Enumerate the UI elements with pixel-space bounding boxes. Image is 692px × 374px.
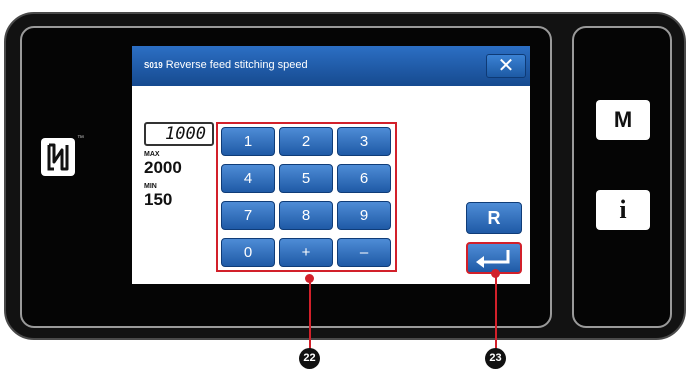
callout-keypad-marker: 22 bbox=[299, 348, 320, 369]
nfc-n-mark-icon bbox=[41, 138, 75, 176]
key-3[interactable]: 3 bbox=[337, 127, 391, 156]
value-display: 1000 bbox=[144, 122, 214, 146]
key-0[interactable]: 0 bbox=[221, 238, 275, 267]
key-5[interactable]: 5 bbox=[279, 164, 333, 193]
numeric-keypad: 1 2 3 4 5 6 7 8 9 0 + – bbox=[216, 122, 397, 272]
dialog-title: S019 Reverse feed stitching speed bbox=[144, 59, 308, 71]
key-8[interactable]: 8 bbox=[279, 201, 333, 230]
key-1[interactable]: 1 bbox=[221, 127, 275, 156]
info-button[interactable]: i bbox=[596, 190, 650, 230]
enter-return-icon bbox=[476, 250, 510, 268]
side-panel bbox=[572, 26, 672, 328]
callout-enter-marker: 23 bbox=[485, 348, 506, 369]
dialog-titlebar: S019 Reverse feed stitching speed ✕ bbox=[132, 46, 530, 86]
close-button[interactable]: ✕ bbox=[486, 54, 526, 78]
key-7[interactable]: 7 bbox=[221, 201, 275, 230]
key-plus[interactable]: + bbox=[279, 238, 333, 267]
max-label: MAX bbox=[144, 151, 160, 158]
input-dialog: S019 Reverse feed stitching speed ✕ 1000… bbox=[132, 46, 530, 284]
key-9[interactable]: 9 bbox=[337, 201, 391, 230]
key-6[interactable]: 6 bbox=[337, 164, 391, 193]
key-minus[interactable]: – bbox=[337, 238, 391, 267]
key-4[interactable]: 4 bbox=[221, 164, 275, 193]
key-2[interactable]: 2 bbox=[279, 127, 333, 156]
dialog-code: S019 bbox=[144, 61, 163, 70]
reset-button[interactable]: R bbox=[466, 202, 522, 234]
min-value: 150 bbox=[144, 190, 173, 209]
callout-enter-line bbox=[495, 273, 497, 350]
max-value: 2000 bbox=[144, 158, 182, 177]
callout-keypad-line bbox=[309, 278, 311, 350]
trademark-symbol: ™ bbox=[77, 135, 84, 142]
min-label: MIN bbox=[144, 183, 157, 190]
close-icon: ✕ bbox=[497, 55, 515, 77]
dialog-title-text: Reverse feed stitching speed bbox=[165, 59, 308, 71]
menu-button[interactable]: M bbox=[596, 100, 650, 140]
